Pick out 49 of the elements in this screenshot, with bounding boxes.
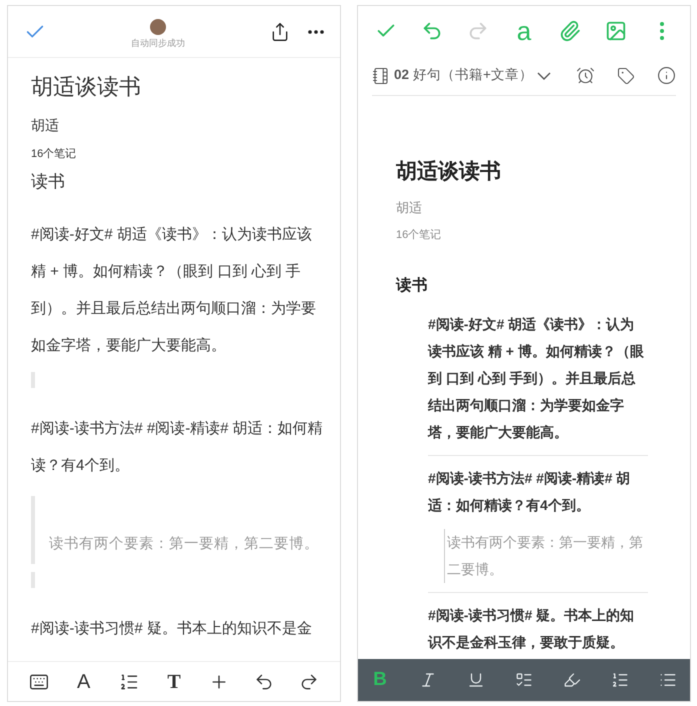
quote-text: 读书有两个要素：第一要精，第二要博。 (444, 528, 648, 583)
text-style-button[interactable]: T (158, 666, 190, 698)
note-paragraph: #阅读-读书习惯# 疑。书本上的知识不是金 (31, 618, 313, 639)
section-heading: 读书 (31, 170, 66, 192)
note-text: #阅读-读书习惯# 疑。书本上的知识不是金科玉律，要敢于质疑。 (428, 606, 636, 652)
note-paragraph: #阅读-好文# 胡适《读书》：认为读书应该精 + 博。如何精读？（眼到 口到 心到 手到）。并且最后总结出两句顺口溜：为学要如金字塔，要能广大要能高。 (31, 225, 317, 356)
chevron-down-icon (536, 72, 551, 80)
notebook-selector[interactable]: 02 好句（书籍+文章） (372, 65, 551, 86)
note-text: #阅读-读书方法# #阅读-精读# 胡适：如何精读？有4个到。 (428, 468, 632, 515)
redo-icon (467, 20, 489, 42)
tag-button[interactable] (617, 66, 635, 84)
more-button[interactable] (308, 30, 324, 34)
image-icon (605, 20, 627, 42)
undo-icon (254, 672, 274, 692)
todo-icon (515, 671, 533, 689)
more-icon (308, 30, 324, 34)
notebook-number: 02 (394, 66, 410, 84)
undo-icon (421, 20, 443, 42)
bullet-list-icon (659, 671, 677, 689)
quote-text: 读书有两个要素：第一要精，第二要博。 (48, 535, 319, 554)
reminder-button[interactable] (576, 66, 595, 85)
info-button[interactable] (657, 66, 676, 85)
share-button[interactable] (270, 22, 290, 42)
info-icon (657, 66, 676, 85)
attach-icon (559, 20, 581, 42)
author: 胡适 (396, 198, 423, 216)
numbered-list-icon (118, 672, 139, 692)
share-icon (270, 22, 290, 42)
section-heading: 读书 (396, 276, 429, 296)
highlight-icon (563, 671, 581, 689)
note-count: 16个笔记 (396, 228, 442, 243)
note-count: 16个笔记 (31, 147, 78, 162)
italic-icon (419, 671, 437, 689)
notebook-icon (372, 66, 390, 84)
alarm-clock-icon (576, 66, 595, 85)
avatar-icon (150, 18, 166, 35)
note-text: #阅读-好文# 胡适《读书》：认为读书应该 精 + 博。如何精读？（眼到 口到 心到 手到）。并且最后总结出两句顺口溜：为学要如金字塔，要能广大要能高。 (428, 314, 645, 442)
notebook-name: 好句（书籍+文章） (413, 66, 533, 84)
sync-status: 自动同步成功 (131, 36, 185, 50)
font-button[interactable]: A (68, 666, 100, 698)
more-icon (660, 22, 664, 40)
note-paragraph: #阅读-读书方法# #阅读-精读# 胡适：如何精读？有4个到。 (31, 419, 323, 476)
numbered-list-icon (611, 671, 629, 689)
note-title: 胡适谈读书 (31, 73, 142, 101)
keyboard-icon (28, 672, 49, 692)
underline-icon (467, 671, 485, 689)
author: 胡适 (31, 116, 60, 135)
tag-icon (617, 66, 635, 84)
note-title: 胡适谈读书 (396, 159, 502, 185)
